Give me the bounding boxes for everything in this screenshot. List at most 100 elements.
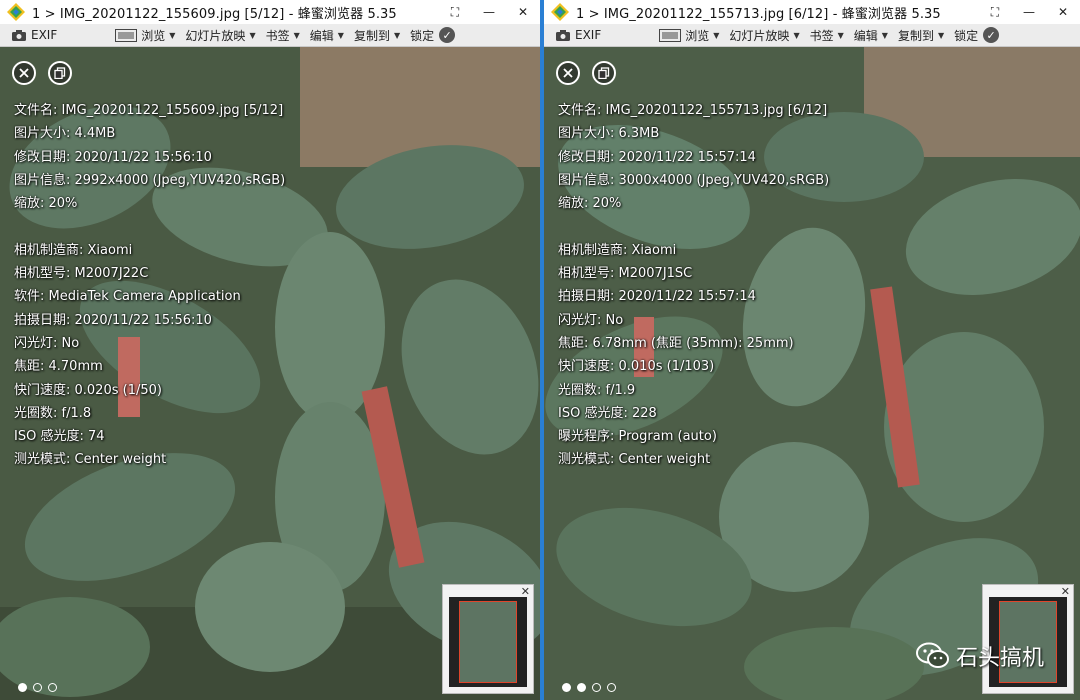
chevron-down-icon: ▼ <box>713 30 720 40</box>
wechat-icon <box>915 642 949 668</box>
bookmark-menu[interactable]: 书签 ▼ <box>261 24 305 46</box>
exif-line: 快门速度: 0.020s (1/50) <box>14 382 162 398</box>
bookmark-menu[interactable]: 书签 ▼ <box>805 24 849 46</box>
close-icon <box>563 68 573 78</box>
exif-line: 修改日期: 2020/11/22 15:57:14 <box>558 149 756 165</box>
page-dot[interactable] <box>607 683 616 692</box>
exif-line: 图片大小: 6.3MB <box>558 126 660 142</box>
exif-line: 文件名: IMG_20201122_155713.jpg [6/12] <box>558 103 828 118</box>
copy-to-label: 复制到 <box>897 28 934 43</box>
browse-menu[interactable]: 浏览 ▼ <box>654 24 724 46</box>
bookmark-label: 书签 <box>265 28 290 43</box>
chevron-down-icon: ▼ <box>169 30 176 40</box>
page-dots <box>562 683 616 692</box>
exif-line: 测光模式: Center weight <box>558 452 711 468</box>
exif-button[interactable]: EXIF <box>544 24 606 46</box>
check-icon: ✓ <box>439 27 456 43</box>
copy-info-button[interactable] <box>592 61 616 85</box>
title-bar[interactable]: 1 > IMG_20201122_155609.jpg [5/12] - 蜂蜜浏… <box>0 0 540 24</box>
browse-icon <box>115 28 138 42</box>
close-overlay-button[interactable] <box>556 61 580 85</box>
close-window-button[interactable]: ✕ <box>1046 0 1080 24</box>
exif-info-panel: 文件名: IMG_20201122_155609.jpg [5/12] 图片大小… <box>14 99 285 472</box>
exif-line: ISO 感光度: 74 <box>14 429 105 445</box>
slideshow-menu[interactable]: 幻灯片放映 ▼ <box>724 24 804 46</box>
page-dots <box>18 683 57 692</box>
watermark-text: 石头搞机 <box>955 646 1044 671</box>
exif-line: 图片大小: 4.4MB <box>14 126 116 142</box>
window-title: 1 > IMG_20201122_155609.jpg [5/12] - 蜂蜜浏… <box>32 6 397 22</box>
toolbar: EXIF 浏览 ▼ 幻灯片放映 ▼ 书签 ▼ 编辑 ▼ 复制到 ▼ 锁定 ✓ <box>544 24 1080 47</box>
page-dot[interactable] <box>592 683 601 692</box>
copy-to-menu[interactable]: 复制到 ▼ <box>893 24 949 46</box>
exif-line: 相机制造商: Xiaomi <box>14 242 133 258</box>
chevron-down-icon: ▼ <box>793 30 800 40</box>
browse-menu[interactable]: 浏览 ▼ <box>110 24 180 46</box>
chevron-down-icon: ▼ <box>293 30 300 40</box>
viewport-frame[interactable] <box>459 601 517 683</box>
exif-label: EXIF <box>31 28 58 42</box>
close-icon <box>19 68 29 78</box>
title-bar[interactable]: 1 > IMG_20201122_155713.jpg [6/12] - 蜂蜜浏… <box>544 0 1080 24</box>
lock-button[interactable]: 锁定 ✓ <box>405 24 460 46</box>
bookmark-label: 书签 <box>809 28 834 43</box>
thumbnail-image <box>449 597 527 687</box>
app-logo-icon <box>6 2 26 22</box>
chevron-down-icon: ▼ <box>337 30 344 40</box>
image-viewport[interactable]: 文件名: IMG_20201122_155713.jpg [6/12] 图片大小… <box>544 47 1080 700</box>
exif-line: 图片信息: 3000x4000 (Jpeg,YUV420,sRGB) <box>558 172 830 188</box>
copy-icon <box>54 67 66 79</box>
edit-menu[interactable]: 编辑 ▼ <box>849 24 893 46</box>
close-window-button[interactable]: ✕ <box>506 0 540 24</box>
copy-to-label: 复制到 <box>353 28 390 43</box>
exif-line: 拍摄日期: 2020/11/22 15:56:10 <box>14 312 212 328</box>
check-icon: ✓ <box>983 27 1000 43</box>
exif-line: 文件名: IMG_20201122_155609.jpg [5/12] <box>14 103 284 118</box>
copy-to-menu[interactable]: 复制到 ▼ <box>349 24 405 46</box>
close-overlay-button[interactable] <box>12 61 36 85</box>
edit-menu[interactable]: 编辑 ▼ <box>305 24 349 46</box>
exif-line: 光圈数: f/1.9 <box>558 382 636 398</box>
navigator-thumbnail[interactable]: ✕ <box>442 584 534 694</box>
slideshow-label: 幻灯片放映 <box>729 28 790 43</box>
watermark: 石头搞机 <box>915 640 1044 672</box>
minimize-button[interactable]: — <box>1012 0 1046 24</box>
lock-label: 锁定 <box>954 28 979 43</box>
exif-line: 闪光灯: No <box>558 312 624 328</box>
copy-info-button[interactable] <box>48 61 72 85</box>
page-dot[interactable] <box>18 683 27 692</box>
navigator-thumbnail[interactable]: ✕ <box>982 584 1074 694</box>
edit-label: 编辑 <box>309 28 334 43</box>
fullscreen-button[interactable]: ⛶ <box>438 0 472 24</box>
page-dot[interactable] <box>577 683 586 692</box>
exif-line: 焦距: 4.70mm <box>14 359 103 375</box>
image-viewport[interactable]: 文件名: IMG_20201122_155609.jpg [5/12] 图片大小… <box>0 47 540 700</box>
chevron-down-icon: ▼ <box>937 30 945 40</box>
minimize-button[interactable]: — <box>472 0 506 24</box>
page-dot[interactable] <box>33 683 42 692</box>
exif-line: 缩放: 20% <box>558 196 622 212</box>
toolbar: EXIF 浏览 ▼ 幻灯片放映 ▼ 书签 ▼ 编辑 ▼ 复制到 ▼ 锁定 ✓ <box>0 24 540 47</box>
page-dot[interactable] <box>562 683 571 692</box>
fullscreen-button[interactable]: ⛶ <box>978 0 1012 24</box>
page-dot[interactable] <box>48 683 57 692</box>
exif-button[interactable]: EXIF <box>0 24 62 46</box>
copy-icon <box>598 67 610 79</box>
exif-line: 焦距: 6.78mm (焦距 (35mm): 25mm) <box>558 335 794 351</box>
slideshow-menu[interactable]: 幻灯片放映 ▼ <box>180 24 260 46</box>
camera-icon <box>12 29 26 41</box>
chevron-down-icon: ▼ <box>837 30 844 40</box>
exif-line <box>558 215 829 238</box>
browse-label: 浏览 <box>141 28 166 43</box>
chevron-down-icon: ▼ <box>881 30 888 40</box>
exif-line: 光圈数: f/1.8 <box>14 405 92 421</box>
exif-line: 缩放: 20% <box>14 196 78 212</box>
viewer-window-left: 1 > IMG_20201122_155609.jpg [5/12] - 蜂蜜浏… <box>0 0 540 700</box>
exif-label: EXIF <box>575 28 602 42</box>
chevron-down-icon: ▼ <box>249 30 256 40</box>
chevron-down-icon: ▼ <box>393 30 401 40</box>
edit-label: 编辑 <box>853 28 878 43</box>
lock-button[interactable]: 锁定 ✓ <box>949 24 1004 46</box>
exif-line: 快门速度: 0.010s (1/103) <box>558 359 715 375</box>
exif-line: 相机型号: M2007J22C <box>14 266 149 282</box>
